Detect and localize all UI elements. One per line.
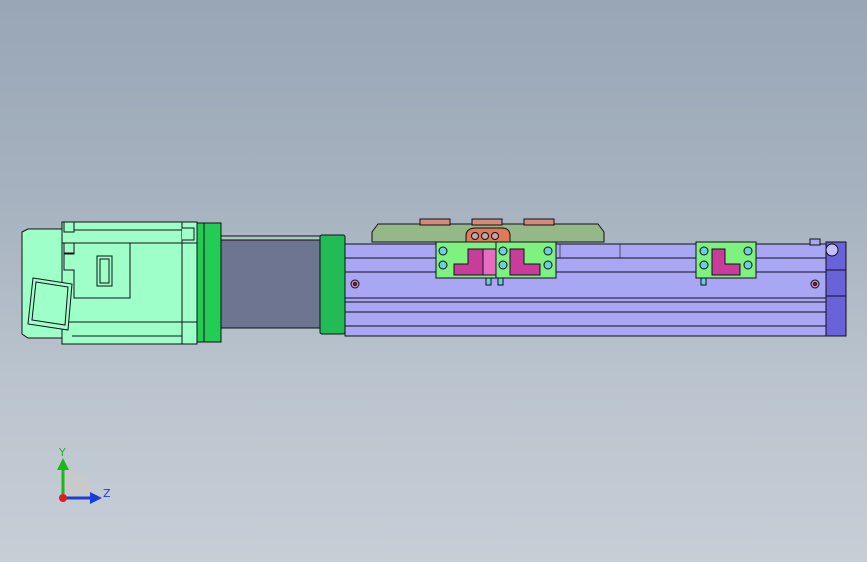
servo-motor[interactable] bbox=[21, 221, 222, 345]
slider-screw-4 bbox=[498, 260, 508, 270]
motor-bolt-1 bbox=[63, 221, 75, 233]
triad-z-label: Z bbox=[103, 487, 111, 500]
slider-screw-5 bbox=[543, 246, 553, 256]
rail-end-tab bbox=[809, 238, 821, 246]
slider-pin-1 bbox=[485, 277, 492, 286]
rail-end-screw-right-center bbox=[813, 282, 817, 286]
slider-screw-9 bbox=[743, 246, 753, 256]
slider-screw-7 bbox=[699, 246, 709, 256]
cad-viewport[interactable]: Y Z bbox=[0, 0, 867, 562]
motor-flange bbox=[196, 222, 222, 343]
carriage-plate[interactable] bbox=[371, 218, 605, 243]
motor-bolt-2 bbox=[63, 242, 75, 254]
coupling-housing-body bbox=[220, 237, 322, 329]
coupling-end-plate bbox=[319, 234, 346, 335]
slider-screw-6 bbox=[543, 260, 553, 270]
linear-rail[interactable] bbox=[344, 238, 847, 337]
rail-end-screw-left-center bbox=[353, 282, 357, 286]
rail-end-cap bbox=[825, 241, 847, 337]
rail-end-cap-round bbox=[825, 243, 839, 257]
orientation-triad[interactable]: Y Z bbox=[57, 446, 111, 504]
slider-screw-2 bbox=[438, 260, 448, 270]
motor-connector-slot-inner bbox=[99, 258, 110, 284]
motor-top-tab bbox=[182, 227, 195, 241]
coupling-housing-top-edge bbox=[220, 235, 322, 241]
triad-y-label: Y bbox=[58, 446, 66, 459]
slider-pin-2 bbox=[497, 277, 504, 286]
slider-screw-1 bbox=[438, 246, 448, 256]
slider-block-left-pink-3 bbox=[482, 248, 497, 276]
triad-x-axis-dot bbox=[59, 494, 67, 502]
carriage-top-pad-2 bbox=[471, 218, 503, 226]
slider-screw-8 bbox=[699, 260, 709, 270]
slider-screw-10 bbox=[743, 260, 753, 270]
carriage-top-pad-3 bbox=[523, 218, 555, 226]
triad-z-arrow bbox=[90, 492, 102, 504]
slider-pin-3 bbox=[700, 277, 707, 286]
carriage-top-pad-1 bbox=[419, 218, 451, 226]
slider-screw-3 bbox=[498, 246, 508, 256]
cable-clamp-hole-3 bbox=[491, 232, 499, 240]
coupling-housing[interactable] bbox=[220, 234, 346, 335]
triad-y-arrow bbox=[57, 458, 69, 470]
cable-clamp-hole-2 bbox=[481, 232, 489, 240]
cable-clamp-hole-1 bbox=[471, 232, 479, 240]
